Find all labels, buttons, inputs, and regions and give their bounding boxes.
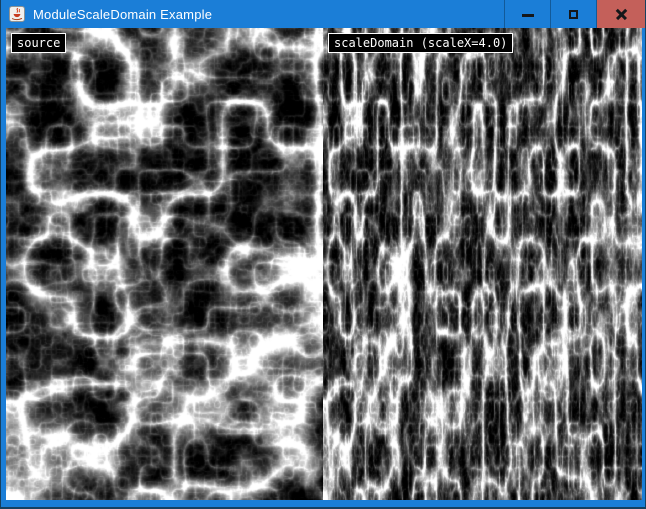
source-noise-image [6,28,323,500]
close-button[interactable] [596,0,645,28]
source-panel: source [6,28,323,500]
minimize-button[interactable] [504,0,550,28]
source-label: source [11,33,66,53]
maximize-icon [569,10,578,19]
maximize-button[interactable] [550,0,596,28]
content-area: source scaleDomain (scaleX=4.0) [6,28,642,500]
minimize-icon [522,14,534,17]
titlebar[interactable]: ModuleScaleDomain Example [1,0,645,28]
scaledomain-panel: scaleDomain (scaleX=4.0) [323,28,642,500]
window-title: ModuleScaleDomain Example [33,7,212,22]
scaledomain-noise-image [323,28,642,500]
close-icon [615,8,628,21]
java-app-icon [9,6,25,22]
scaledomain-label: scaleDomain (scaleX=4.0) [328,33,513,53]
window-controls [504,0,645,28]
app-window: ModuleScaleDomain Example source scaleDo… [0,0,646,509]
